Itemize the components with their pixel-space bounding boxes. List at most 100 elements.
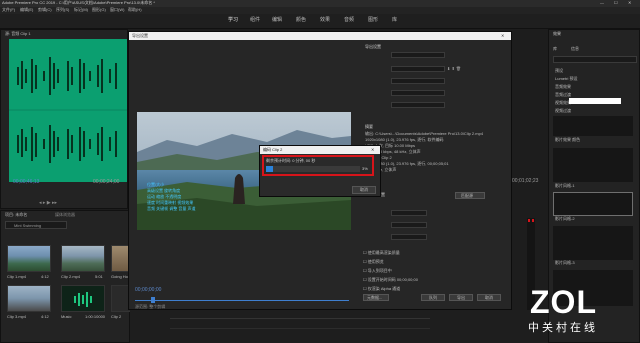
effects-tab[interactable]: 信息 [571,46,579,52]
close-icon[interactable]: ✕ [628,0,631,6]
project-item-thumb[interactable] [61,245,105,272]
progress-highlight-box: 剩余预计时间: 0 分钟, 00 秒 3% [262,155,374,176]
metadata-button[interactable]: 元数据... [363,294,389,301]
preview-scrubber-track[interactable] [135,300,349,301]
export-button[interactable]: 导出 [449,294,473,301]
project-item-thumb[interactable] [7,285,51,312]
menu-window[interactable]: 窗口(W) [110,7,124,13]
preview-playhead[interactable] [151,297,155,303]
project-search-input[interactable]: Mint Swimming [5,221,67,229]
encoding-dialog-close-icon[interactable]: ✕ [371,147,374,153]
minimize-icon[interactable]: — [600,0,604,6]
effects-thumbnail[interactable] [553,226,633,260]
summary-line: 48000 Hz, 立体声 [365,167,397,172]
effects-tab[interactable]: 库 [553,46,557,52]
project-item-duration: 4:12 [41,274,49,279]
output-name-field[interactable] [391,102,445,108]
format-dropdown[interactable] [391,66,445,72]
effects-folder[interactable]: 视频过渡 [555,108,571,114]
menu-clip[interactable]: 剪辑(C) [38,7,52,13]
effects-thumbnail-selected[interactable] [553,192,633,216]
checkbox-label: 设置开始时间码 [367,277,396,282]
effects-search-input[interactable] [553,56,637,63]
project-item-name: Clip 3.mp4 [7,314,27,319]
window-title: Adobe Premiere Pro CC 2019 - C:\用户\ASUS\… [2,0,155,5]
project-item-thumb[interactable] [61,285,105,312]
cancel-button[interactable]: 取消 [477,294,501,301]
encoding-percent: 3% [362,166,368,171]
export-checkbox-group: ☐ 使用最高渲染质量 ☐ 使用预览 ☐ 导入到项目中 ☐ 设置开始时间码 00;… [363,250,511,292]
checkbox-label: 使用预览 [367,259,384,264]
match-source-button[interactable]: 匹配源 [455,192,485,199]
workspace-bar: 学习 组件 编辑 颜色 效果 音频 图形 库 [0,14,640,29]
project-item-thumb[interactable] [7,245,51,272]
encoding-progress-bar [266,166,360,172]
zol-subtitle: 中关村在线 [528,322,598,334]
source-range-label[interactable]: 源范围: 整个剪辑 [135,304,165,310]
preview-timecode: 00;00;00;00 [135,287,162,293]
menu-file[interactable]: 文件(F) [2,7,15,13]
effects-thumb-label: 影片风格-2 [555,216,575,221]
frame-rate-field[interactable] [391,234,427,240]
tab-media-browser[interactable]: 媒体浏览器 [55,212,75,218]
zol-watermark: ZOL 中关村在线 [528,286,628,338]
effects-preview-swatch [569,98,621,104]
queue-button[interactable]: 队列 [421,294,445,301]
export-dialog-close-icon[interactable]: ✕ [501,33,504,39]
summary-block: 输出: C:\Users\...\Documents\Adobe\Premier… [365,131,495,173]
effects-folder[interactable]: 音频效果 [555,84,571,90]
workspace-tab-graphics[interactable]: 图形 [368,17,378,24]
source-monitor-panel: 源: 音频 Clip 1 00;00;46;13 00;00;24;00 ◂ ▸… [0,29,128,209]
checkbox-row[interactable]: ☐ 设置开始时间码 00;00;00;00 [363,277,511,283]
maximize-icon[interactable]: ☐ [614,0,618,6]
source-transport-controls[interactable]: ◂ ▸ ▶ ▸▸ [39,200,89,206]
project-item-duration: 5:01 [95,274,103,279]
workspace-tab-learn[interactable]: 学习 [228,17,238,24]
workspace-tab-editing[interactable]: 编辑 [272,17,282,24]
checkbox-label: 使用最高渲染质量 [367,250,400,255]
encoding-cancel-button[interactable]: 取消 [352,186,376,194]
export-dialog-titlebar: 导出设置 ✕ [129,32,511,40]
workspace-tab-color[interactable]: 颜色 [296,17,306,24]
workspace-tab-audio[interactable]: 音频 [344,17,354,24]
project-item-name: Clip 2 [111,314,122,319]
encoding-dialog-title: 编码 Clip 2 [263,147,283,152]
metadata-button-label: 元数据... [367,295,383,300]
menu-marker[interactable]: 标记(M) [74,7,88,13]
menu-help[interactable]: 帮助(H) [128,7,142,13]
height-field[interactable] [391,222,427,228]
menu-graphics[interactable]: 图形(G) [92,7,106,13]
project-search-text: Mint Swimming [14,223,42,228]
match-sequence-field[interactable] [391,52,445,58]
checkbox-row[interactable]: ☐ 使用最高渲染质量 [363,250,511,256]
source-duration: 00;00;24;00 [93,179,120,185]
checkbox-label: 仅渲染 Alpha 通道 [367,286,401,291]
audio-clip-icon [74,292,92,307]
comments-field[interactable] [391,90,445,96]
project-item-name: Clip 2.mp4 [61,274,81,279]
export-dialog-title: 导出设置 [132,33,148,38]
effects-thumb-label: 影片效果 颜色 [555,137,581,142]
waveform-area [9,39,127,202]
project-item-duration: 4:12 [41,314,49,319]
menu-edit[interactable]: 编辑(E) [20,7,33,13]
effects-thumbnail[interactable] [553,116,633,136]
match-source-button-label: 匹配源 [461,193,473,198]
workspace-tab-assembly[interactable]: 组件 [250,17,260,24]
menu-sequence[interactable]: 序列(S) [56,7,69,13]
checkbox-row[interactable]: ☐ 仅渲染 Alpha 通道 [363,286,511,292]
audio-meter-peak-right [532,219,534,222]
audio-waveform [9,39,127,182]
start-timecode-value[interactable]: 00;00;00;00 [397,277,418,282]
checkbox-row[interactable]: ☐ 导入到项目中 [363,268,511,274]
width-field[interactable] [391,210,427,216]
queue-button-label: 队列 [429,295,437,300]
effects-thumbnail[interactable] [553,148,633,182]
preset-dropdown[interactable] [391,78,445,84]
checkbox-row[interactable]: ☐ 使用预览 [363,259,511,265]
workspace-tab-libraries[interactable]: 库 [392,17,397,24]
effects-folder[interactable]: Lumetri 预设 [555,76,577,82]
preset-save-icon[interactable]: ⬇ ⬆ 🗑 [447,66,461,72]
workspace-tab-effects[interactable]: 效果 [320,17,330,24]
effects-folder[interactable]: 预设 [555,68,563,74]
